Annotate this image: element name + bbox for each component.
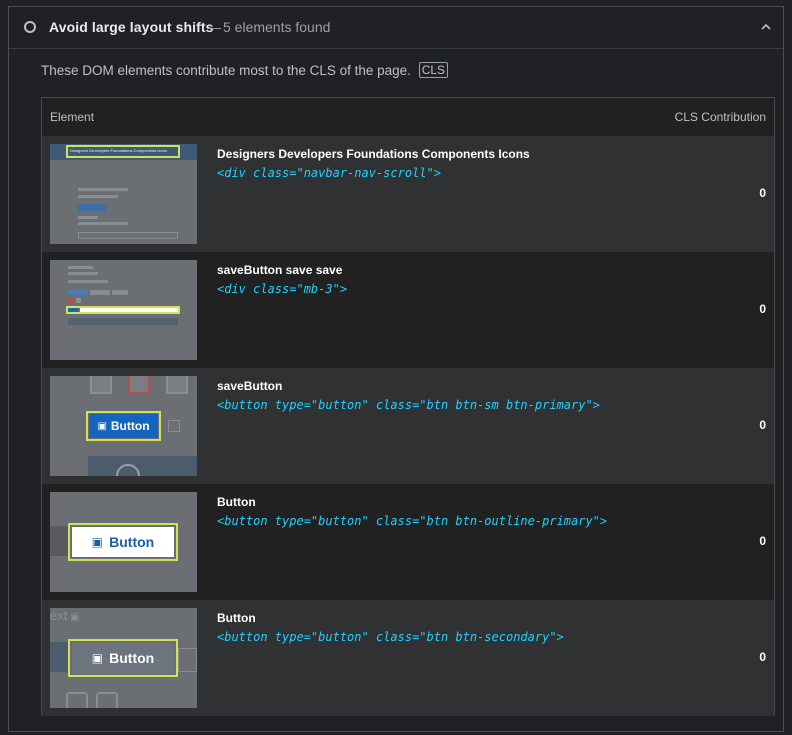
- thumb-line: [68, 280, 108, 283]
- node-snippet: <div class="mb-3">: [217, 282, 348, 296]
- node-label: saveButton save save: [217, 263, 343, 277]
- floppy-disk-icon: ▣: [97, 420, 107, 432]
- thumb-line: [78, 216, 98, 219]
- description-text: These DOM elements contribute most to th…: [41, 63, 411, 78]
- floppy-disk-icon: ▣: [91, 651, 104, 665]
- node-label: Designers Developers Foundations Compone…: [217, 147, 530, 161]
- node-snippet: <button type="button" class="btn btn-sec…: [217, 630, 564, 644]
- thumb-line: [68, 266, 93, 269]
- floppy-disk-icon: [66, 692, 88, 708]
- thumb-icon: [76, 298, 81, 303]
- floppy-disk-icon: [128, 376, 150, 394]
- table-row[interactable]: saveButton save save <div class="mb-3"> …: [42, 252, 774, 368]
- thumb-secondary-button: ▣ Button: [72, 643, 174, 673]
- thumb-text: ext: [50, 608, 68, 623]
- thumb-partial-text: ext ▣: [50, 608, 80, 623]
- thumb-button: [90, 290, 110, 295]
- thumb-block: [50, 642, 68, 672]
- thumb-button-text: Button: [109, 650, 155, 666]
- floppy-disk-icon: [166, 376, 188, 394]
- floppy-disk-icon: [90, 376, 112, 394]
- audit-header[interactable]: Avoid large layout shifts — 5 elements f…: [9, 7, 783, 49]
- cls-value: 0: [759, 302, 766, 316]
- node-label: Button: [217, 495, 256, 509]
- table-row[interactable]: ▣ Button Button <button type="button" cl…: [42, 484, 774, 600]
- node-label: Button: [217, 611, 256, 625]
- node-snippet: <button type="button" class="btn btn-out…: [217, 514, 608, 528]
- table-header: Element CLS Contribution: [42, 98, 774, 136]
- thumb-line: [78, 188, 128, 191]
- cls-value: 0: [759, 650, 766, 664]
- thumb-bar: [88, 456, 197, 476]
- node-label: saveButton: [217, 379, 283, 393]
- thumb-nav-items: Designers Developers Foundations Compone…: [70, 148, 167, 153]
- element-screenshot-thumbnail: Designers Developers Foundations Compone…: [50, 144, 197, 244]
- floppy-disk-icon: ▣: [91, 535, 104, 549]
- floppy-disk-icon: [168, 420, 180, 432]
- thumb-block: [50, 526, 68, 556]
- thumb-button-text: Button: [110, 419, 150, 433]
- audit-separator: —: [207, 19, 221, 35]
- node-snippet: <div class="navbar-nav-scroll">: [217, 166, 441, 180]
- cls-value: 0: [759, 186, 766, 200]
- elements-table: Element CLS Contribution Designers Devel…: [41, 97, 775, 716]
- layout-shift-audit: Avoid large layout shifts — 5 elements f…: [8, 6, 784, 732]
- thumb-button: [68, 308, 78, 312]
- thumb-input: [78, 232, 178, 239]
- table-row[interactable]: ▣ Button saveButton <button type="button…: [42, 368, 774, 484]
- column-header-cls: CLS Contribution: [674, 110, 766, 124]
- element-screenshot-thumbnail: ▣ Button: [50, 492, 197, 592]
- circle-outline-icon: [24, 21, 36, 33]
- element-screenshot-thumbnail: ext ▣ ▣ Button: [50, 608, 197, 708]
- thumb-outline-button: ▣ Button: [72, 527, 174, 557]
- table-row[interactable]: Designers Developers Foundations Compone…: [42, 136, 774, 252]
- thumb-button: [112, 290, 128, 295]
- audit-title: Avoid large layout shifts: [49, 19, 214, 35]
- thumb-icon: [68, 298, 73, 303]
- thumb-primary-button: ▣ Button: [89, 414, 158, 438]
- table-row[interactable]: ext ▣ ▣ Button Button <button type="butt…: [42, 600, 774, 716]
- floppy-disk-icon: ▣: [67, 612, 80, 623]
- thumb-button: [78, 204, 106, 211]
- floppy-disk-icon: [96, 692, 118, 708]
- cls-tag: CLS: [418, 62, 449, 78]
- thumb-block: [178, 648, 197, 672]
- element-screenshot-thumbnail: ▣ Button: [50, 376, 197, 476]
- thumb-line: [78, 195, 118, 198]
- element-screenshot-thumbnail: [50, 260, 197, 360]
- column-header-element: Element: [50, 110, 95, 124]
- thumb-input: [80, 308, 178, 312]
- audit-description: These DOM elements contribute most to th…: [41, 62, 449, 78]
- thumb-button-text: Button: [109, 534, 155, 550]
- thumb-bar: [68, 318, 178, 325]
- thumb-line: [68, 272, 98, 275]
- chevron-up-icon[interactable]: [759, 20, 773, 34]
- audit-count: 5 elements found: [223, 19, 331, 35]
- cls-value: 0: [759, 534, 766, 548]
- cls-value: 0: [759, 418, 766, 432]
- thumb-button: [68, 290, 88, 295]
- thumb-line: [78, 222, 128, 225]
- node-snippet: <button type="button" class="btn btn-sm …: [217, 398, 600, 412]
